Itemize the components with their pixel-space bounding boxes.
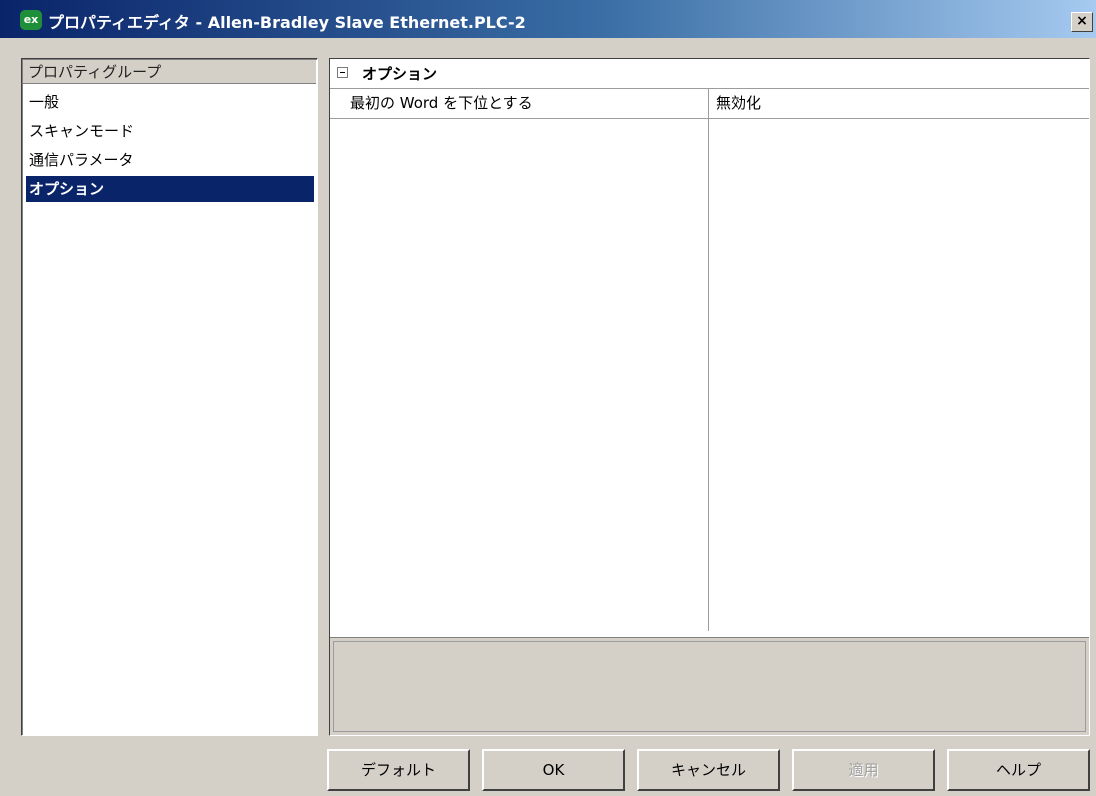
apply-button[interactable]: 適用 <box>792 749 935 791</box>
help-button[interactable]: ヘルプ <box>947 749 1090 791</box>
title-bar: ex プロパティエディタ - Allen-Bradley Slave Ether… <box>0 0 1096 40</box>
property-value[interactable]: 無効化 <box>716 92 761 113</box>
cancel-button[interactable]: キャンセル <box>637 749 780 791</box>
property-name: 最初の Word を下位とする <box>350 94 533 112</box>
property-grid: オプション 最初の Word を下位とする 無効化 <box>329 58 1090 736</box>
window-title: プロパティエディタ - Allen-Bradley Slave Ethernet… <box>48 13 526 32</box>
group-item-scan-mode[interactable]: スキャンモード <box>26 118 314 144</box>
property-group-header: プロパティグループ <box>23 60 316 84</box>
section-title: オプション <box>362 65 438 83</box>
collapse-icon[interactable] <box>337 67 348 78</box>
app-icon: ex <box>20 10 42 30</box>
description-panel <box>330 637 1089 735</box>
section-header-options[interactable]: オプション <box>330 59 1089 89</box>
property-row-first-word-low[interactable]: 最初の Word を下位とする 無効化 <box>330 89 1089 119</box>
group-item-communication-parameters[interactable]: 通信パラメータ <box>26 147 314 173</box>
ok-button[interactable]: OK <box>482 749 625 791</box>
close-button[interactable]: × <box>1071 12 1093 32</box>
default-button[interactable]: デフォルト <box>327 749 470 791</box>
property-group-list: プロパティグループ 一般 スキャンモード 通信パラメータ オプション <box>21 58 318 736</box>
description-frame <box>333 641 1086 732</box>
group-item-options[interactable]: オプション <box>26 176 314 202</box>
column-divider[interactable] <box>708 89 709 631</box>
group-item-general[interactable]: 一般 <box>26 89 314 115</box>
